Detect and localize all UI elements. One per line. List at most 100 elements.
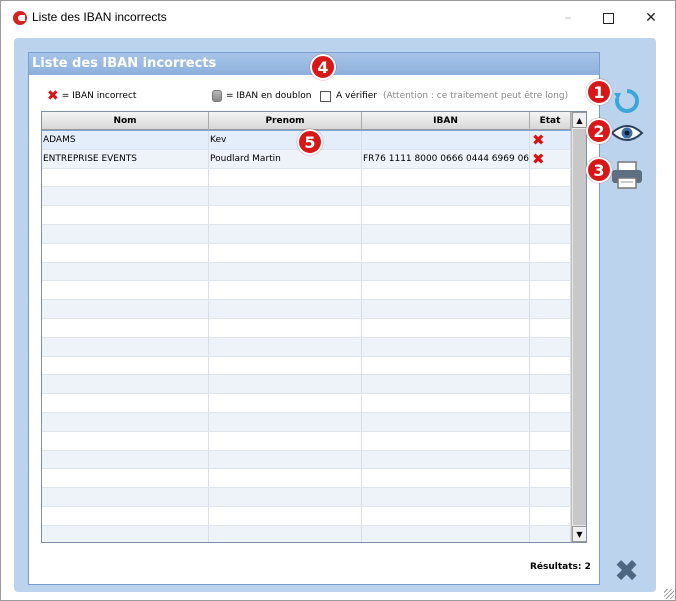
cell-prenom [209,469,362,488]
table-row[interactable] [42,394,571,413]
refresh-button[interactable] [612,86,642,116]
cell-prenom [209,525,362,542]
cell-prenom [209,506,362,525]
cell-prenom [209,394,362,413]
cell-prenom [209,488,362,507]
cell-nom [42,356,209,375]
cell-etat [530,375,571,394]
column-header-nom[interactable]: Nom [42,112,209,130]
cell-etat [530,262,571,281]
cell-prenom [209,187,362,206]
cell-nom [42,525,209,542]
cell-prenom [209,300,362,319]
print-button[interactable] [610,160,644,190]
column-header-iban[interactable]: IBAN [362,112,530,130]
app-logo-icon [13,11,27,25]
table-row[interactable] [42,450,571,470]
cell-etat [530,488,571,507]
eye-icon [610,125,644,141]
cell-prenom [209,243,362,262]
cell-prenom [209,318,362,337]
window-title: Liste des IBAN incorrects [32,10,167,24]
iban-table: Nom Prenom IBAN Etat ADAMS Kev ✖ ENTREPRISE… [41,111,587,543]
cell-nom [42,300,209,319]
table-row[interactable] [42,206,571,225]
table-row[interactable] [42,318,571,338]
callout-badge-2: 2 [586,118,612,144]
table-row[interactable] [42,224,571,244]
scroll-up-arrow-icon[interactable]: ▲ [572,112,586,128]
table-row[interactable] [42,281,571,301]
table-row[interactable] [42,431,571,451]
cell-nom [42,168,209,187]
table-row[interactable] [42,300,571,319]
cell-nom: ENTREPRISE EVENTS [42,149,209,168]
table-row[interactable] [42,375,571,395]
cell-prenom [209,375,362,394]
legend-incorrect-label: = IBAN incorrect [61,91,137,101]
cell-etat [530,224,571,243]
column-header-etat[interactable]: Etat [530,112,571,130]
cell-nom [42,431,209,450]
table-row[interactable] [42,243,571,263]
red-x-icon: ✖ [532,131,545,149]
table-row[interactable] [42,506,571,526]
view-button[interactable] [610,122,644,144]
cell-nom [42,469,209,488]
cell-nom [42,281,209,300]
cell-etat [530,243,571,262]
cell-prenom: Poudlard Martin [209,149,362,168]
callout-badge-3: 3 [586,157,612,183]
cell-nom [42,262,209,281]
cell-iban [362,375,530,394]
cell-prenom [209,431,362,450]
scroll-down-arrow-icon[interactable]: ▼ [572,526,586,542]
cell-etat [530,356,571,375]
table-body: ADAMS Kev ✖ ENTREPRISE EVENTS Poudlard Marti… [42,130,572,542]
callout-badge-1: 1 [586,79,612,105]
cell-prenom [209,224,362,243]
column-header-prenom[interactable]: Prenom [209,112,362,130]
cell-iban [362,450,530,469]
cell-nom [42,375,209,394]
cell-nom [42,206,209,225]
table-row[interactable] [42,469,571,489]
cell-iban [362,412,530,431]
table-row[interactable] [42,356,571,376]
cell-etat [530,525,571,542]
table-row[interactable] [42,412,571,432]
cell-iban [362,506,530,525]
cell-iban [362,224,530,243]
table-row[interactable] [42,187,571,207]
cell-prenom [209,337,362,356]
cell-prenom [209,262,362,281]
cell-iban [362,469,530,488]
cell-etat [530,412,571,431]
table-row[interactable] [42,168,571,188]
cell-iban [362,168,530,187]
cell-prenom [209,412,362,431]
vertical-scrollbar[interactable]: ▲ ▼ [571,112,586,542]
cell-iban [362,187,530,206]
verify-note: (Attention : ce traitement peut être lon… [383,91,569,101]
close-icon[interactable]: ✖ [614,557,639,587]
window-close-button[interactable]: ✕ [629,5,673,31]
cell-nom [42,450,209,469]
resize-grip[interactable] [664,589,674,599]
title-bar[interactable]: Liste des IBAN incorrects – ✕ [1,1,675,35]
minimize-button[interactable]: – [546,5,590,31]
maximize-button[interactable] [586,5,630,31]
table-row[interactable] [42,262,571,282]
table-row[interactable] [42,488,571,507]
cell-prenom [209,356,362,375]
table-row[interactable] [42,525,571,542]
cell-prenom [209,168,362,187]
scroll-track[interactable] [573,129,586,525]
cell-prenom [209,450,362,469]
verify-label[interactable]: A vérifier [336,91,377,101]
cell-etat [530,300,571,319]
table-row[interactable] [42,337,571,357]
cell-iban [362,356,530,375]
verify-checkbox[interactable] [320,90,331,102]
red-x-icon: ✖ [532,149,545,168]
